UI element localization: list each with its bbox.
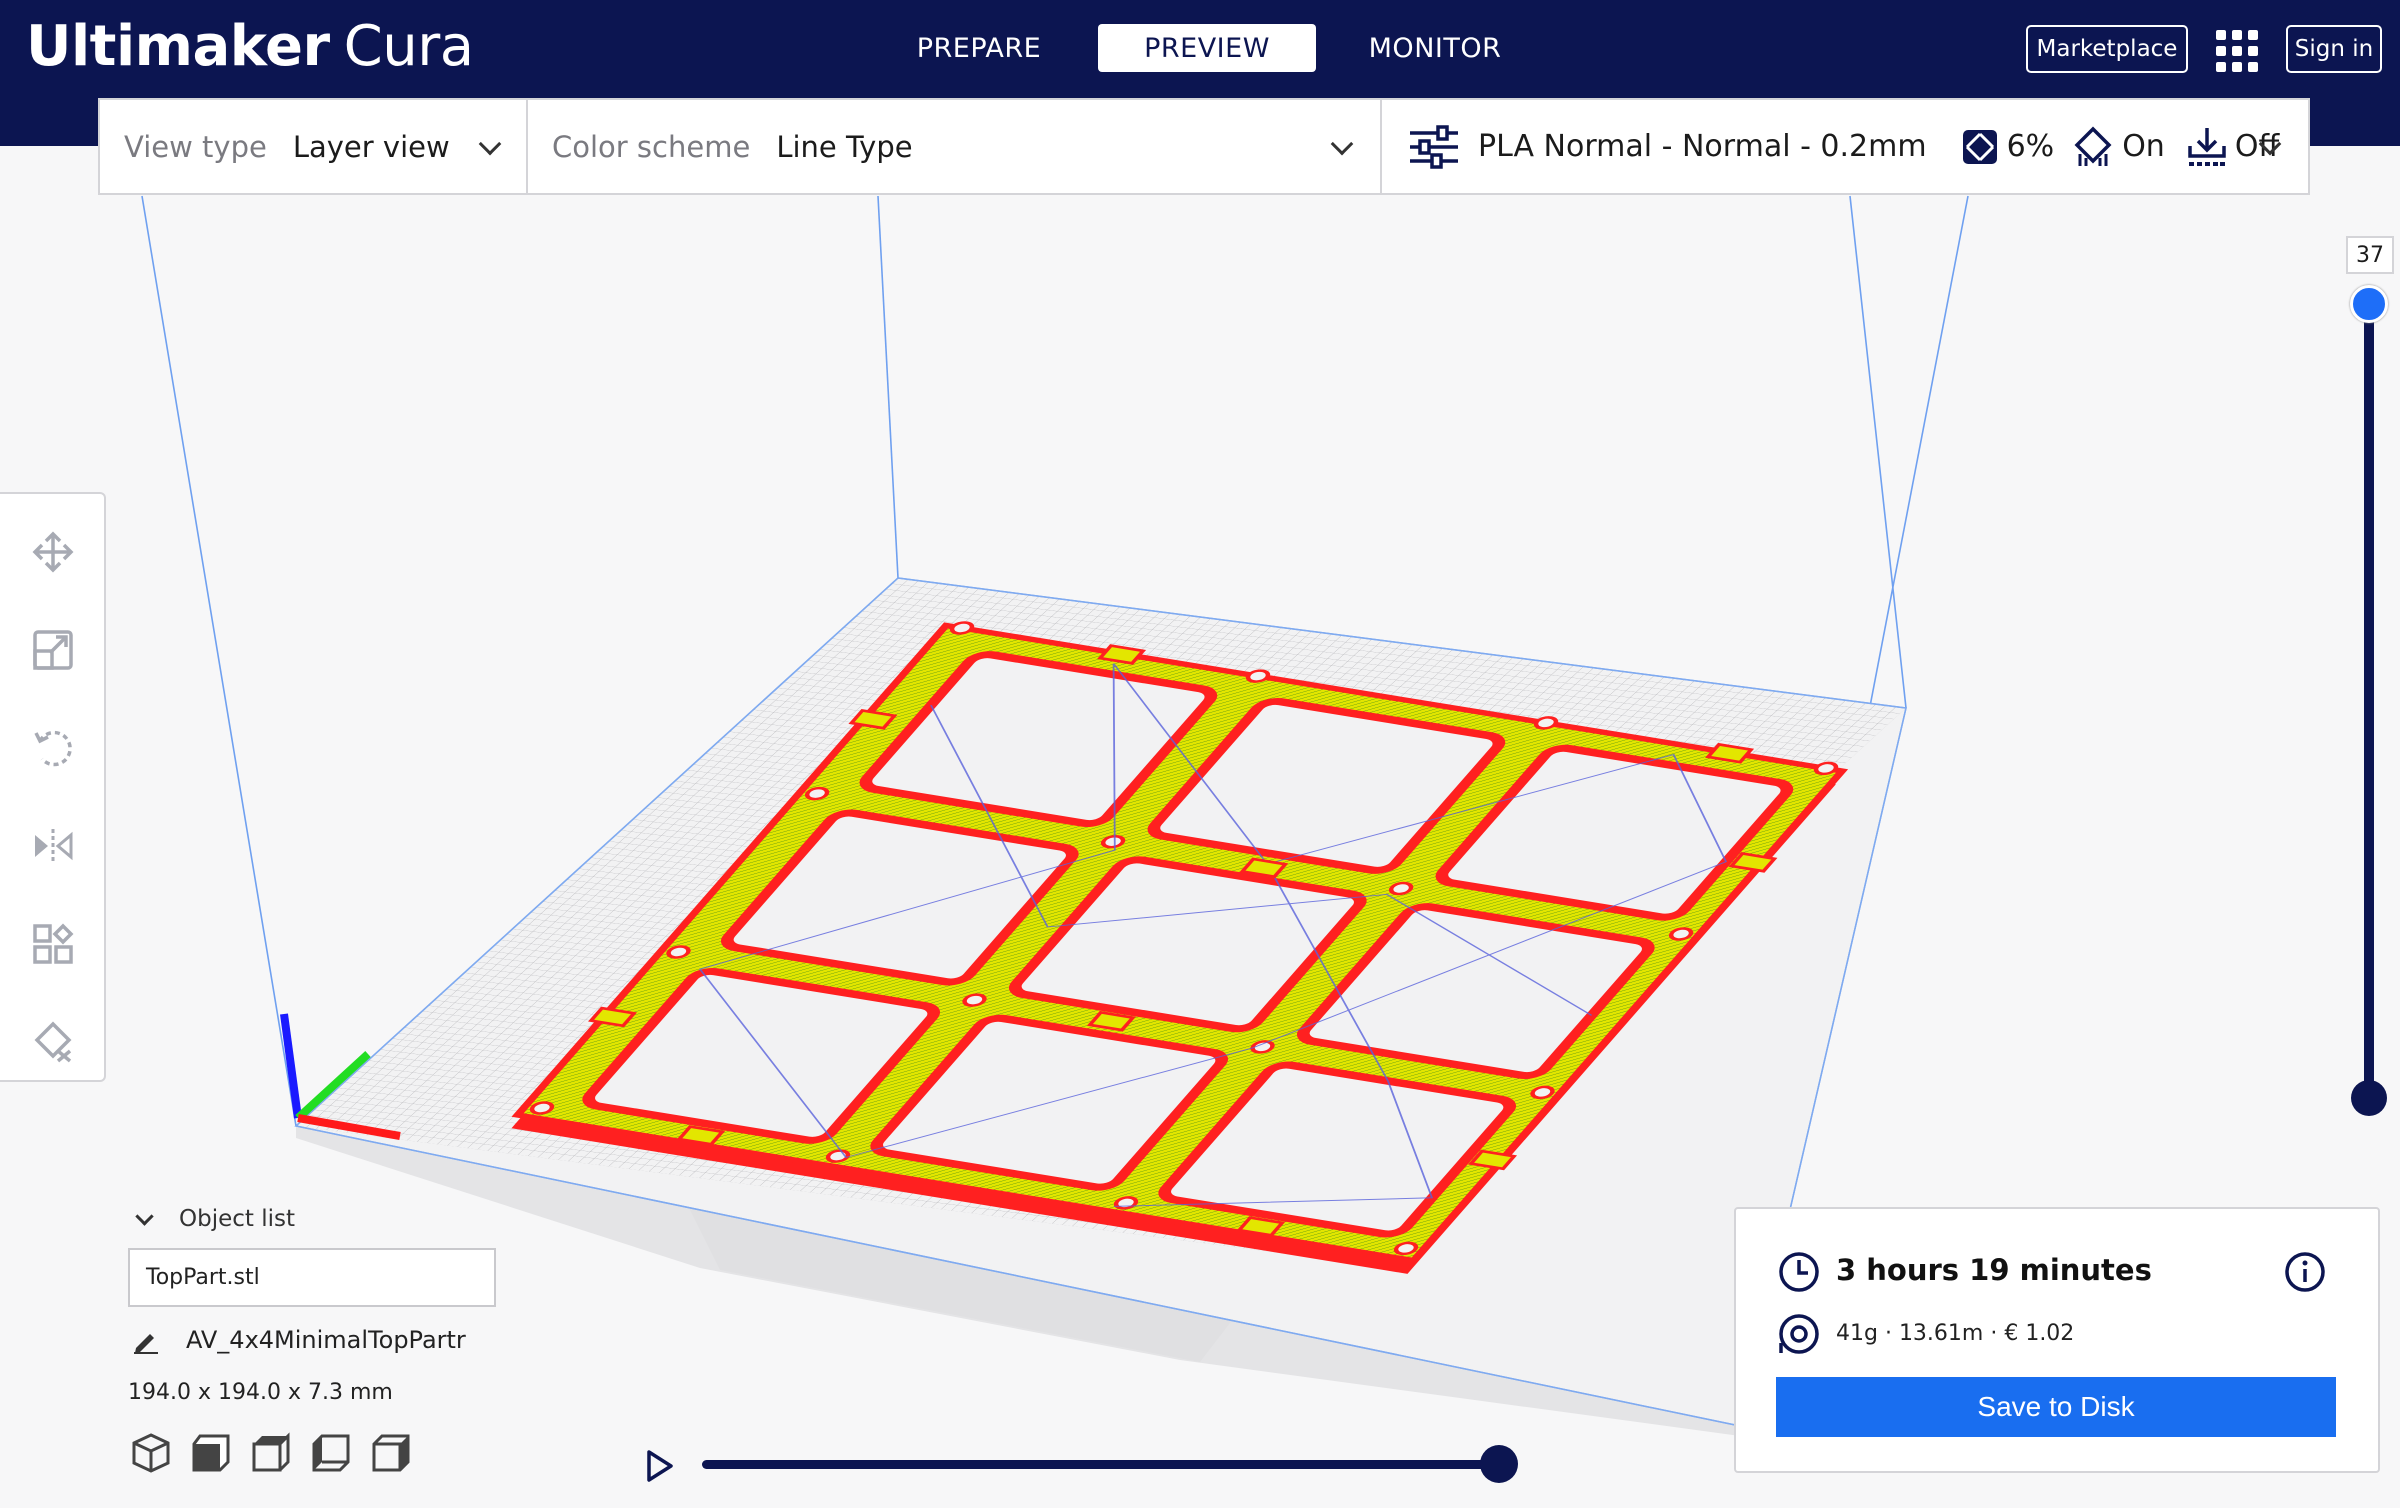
infill-icon: [1962, 129, 1997, 164]
rotate-tool-button[interactable]: [25, 720, 81, 776]
support-blocker-icon: [34, 1021, 72, 1063]
model-dimensions: 194.0 x 194.0 x 7.3 mm: [128, 1380, 393, 1405]
material-estimate: 41g · 13.61m · € 1.02: [1836, 1321, 2075, 1346]
marketplace-button[interactable]: Marketplace: [2026, 25, 2188, 73]
simulation-slider-track[interactable]: [702, 1460, 1502, 1469]
print-time: 3 hours 19 minutes: [1836, 1253, 2152, 1287]
view-type-dropdown[interactable]: View type Layer view: [100, 100, 528, 193]
object-list-label: Object list: [179, 1206, 295, 1232]
move-tool-button[interactable]: [25, 524, 81, 580]
color-scheme-dropdown[interactable]: Color scheme Line Type: [528, 100, 1382, 193]
current-layer-field[interactable]: 37: [2346, 236, 2394, 274]
per-model-settings-icon: [33, 923, 74, 964]
3d-view-icon[interactable]: [130, 1432, 172, 1474]
front-view-icon[interactable]: [190, 1432, 232, 1474]
per-model-settings-button[interactable]: [25, 916, 81, 972]
profile-name: PLA Normal - Normal - 0.2mm: [1478, 129, 1927, 164]
color-scheme-value: Line Type: [776, 129, 913, 164]
sign-in-button[interactable]: Sign in: [2286, 25, 2382, 73]
save-to-disk-button[interactable]: Save to Disk: [1776, 1377, 2336, 1437]
info-icon[interactable]: [2284, 1251, 2326, 1293]
job-name: AV_4x4MinimalTopPartr: [186, 1326, 466, 1354]
left-view-icon[interactable]: [310, 1432, 352, 1474]
support-value: On: [2122, 129, 2165, 164]
filament-spool-icon: [1779, 1314, 1819, 1354]
app-logo: Ultimaker Cura: [26, 14, 474, 79]
support-icon: [2074, 126, 2112, 166]
tool-panel: [0, 492, 106, 1082]
move-icon: [32, 531, 74, 573]
view-type-value: Layer view: [292, 129, 450, 164]
top-view-icon[interactable]: [250, 1432, 292, 1474]
chevron-down-icon: [135, 1206, 154, 1226]
chevron-down-icon: [1330, 132, 1354, 156]
adhesion-icon: [2188, 127, 2226, 166]
layer-slider-upper-handle[interactable]: [2350, 285, 2388, 323]
scale-tool-button[interactable]: [25, 622, 81, 678]
rotate-icon: [34, 730, 72, 767]
object-file-name: TopPart.stl: [146, 1265, 260, 1290]
stage-tabs: PREPARE PREVIEW MONITOR: [870, 24, 1554, 72]
clock-icon: [1779, 1252, 1819, 1292]
job-name-row[interactable]: AV_4x4MinimalTopPartr: [132, 1326, 466, 1354]
apps-grid-icon[interactable]: [2216, 30, 2260, 72]
layer-slider-track[interactable]: [2364, 302, 2374, 1099]
view-type-label: View type: [124, 129, 267, 164]
print-information-panel: 3 hours 19 minutes 41g · 13.61m · € 1.02…: [1734, 1207, 2380, 1473]
support-blocker-button[interactable]: [25, 1014, 81, 1070]
object-list-item[interactable]: TopPart.stl: [128, 1248, 496, 1307]
brand-bold: Ultimaker: [26, 14, 330, 79]
view-settings-bar: View type Layer view Color scheme Line T…: [98, 98, 2310, 195]
scale-icon: [33, 630, 73, 670]
brand-light: Cura: [343, 14, 474, 79]
print-setup-selector[interactable]: PLA Normal - Normal - 0.2mm 6% On Off: [1382, 100, 2308, 193]
tab-preview[interactable]: PREVIEW: [1098, 24, 1316, 72]
play-icon[interactable]: [644, 1448, 676, 1484]
layer-slider-lower-handle[interactable]: [2351, 1080, 2387, 1116]
chevron-down-icon: [478, 132, 502, 156]
view-orientation-buttons: [130, 1432, 430, 1474]
settings-sliders-icon: [1410, 124, 1458, 169]
mirror-tool-button[interactable]: [25, 818, 81, 874]
color-scheme-label: Color scheme: [552, 129, 751, 164]
pencil-icon[interactable]: [132, 1326, 160, 1354]
tab-prepare[interactable]: PREPARE: [870, 24, 1088, 72]
infill-value: 6%: [2006, 129, 2055, 164]
tab-monitor[interactable]: MONITOR: [1326, 24, 1544, 72]
mirror-icon: [35, 829, 73, 863]
right-view-icon[interactable]: [370, 1432, 412, 1474]
simulation-slider-handle[interactable]: [1480, 1445, 1518, 1483]
object-list-toggle[interactable]: Object list: [130, 1206, 295, 1232]
